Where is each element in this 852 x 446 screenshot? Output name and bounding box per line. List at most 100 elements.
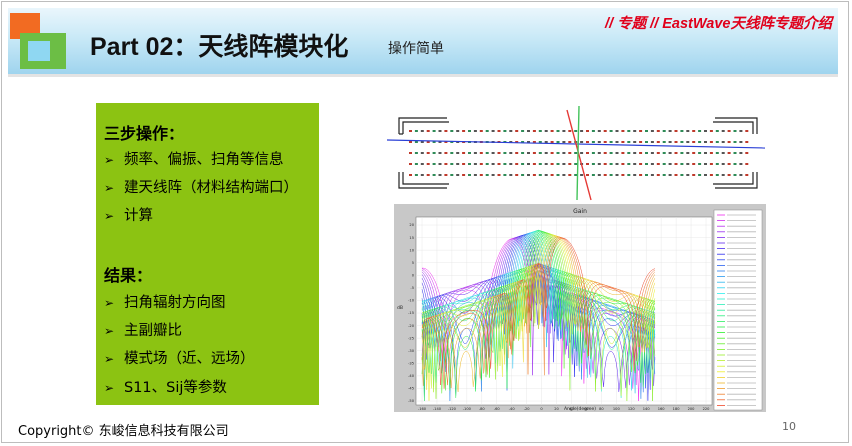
array-element (686, 174, 690, 176)
array-element (574, 152, 578, 154)
array-element (438, 174, 442, 176)
array-element (745, 141, 749, 143)
array-element (420, 163, 424, 165)
array-element (473, 152, 477, 154)
array-element (686, 152, 690, 154)
array-element (591, 141, 595, 143)
array-element (591, 163, 595, 165)
array-element (556, 174, 560, 176)
array-element (550, 174, 554, 176)
plot-title: Gain (573, 208, 587, 215)
array-element (491, 174, 495, 176)
y-tick-label: 10 (409, 248, 414, 252)
steps-heading: 三步操作： (104, 124, 185, 143)
array-element (704, 163, 707, 165)
array-element (639, 163, 643, 165)
array-element (709, 174, 713, 176)
arrow-bullet-icon: ➢ (104, 352, 115, 366)
array-element (686, 163, 690, 165)
y-tick-label: -35 (408, 361, 414, 365)
array-element (414, 174, 418, 176)
array-element (532, 174, 536, 176)
array-element (503, 130, 507, 132)
array-element (668, 141, 672, 143)
array-element (420, 130, 424, 132)
array-element (414, 141, 418, 143)
y-tick-label: 15 (409, 236, 414, 240)
arrow-bullet-icon: ➢ (104, 209, 115, 223)
array-element (709, 152, 713, 154)
array-element (538, 152, 542, 154)
y-tick-label: -5 (410, 286, 414, 290)
array-element (544, 130, 548, 132)
array-element (650, 152, 654, 154)
array-element (715, 130, 719, 132)
array-element (580, 130, 584, 132)
array-element (550, 130, 554, 132)
array-element (450, 163, 454, 165)
array-element (450, 152, 454, 154)
array-element (521, 163, 525, 165)
array-element (668, 163, 672, 165)
array-element (473, 174, 477, 176)
array-element (580, 141, 584, 143)
array-element (420, 152, 424, 154)
array-element (709, 141, 713, 143)
y-tick-label: -10 (408, 299, 415, 303)
array-element (503, 174, 507, 176)
topic-tagline: // 专题 // EastWave天线阵专题介绍 (605, 16, 832, 32)
array-element (574, 174, 578, 176)
array-element (515, 163, 519, 165)
slide-title: Part 02：天线阵模块化 (90, 33, 349, 61)
array-element (485, 163, 489, 165)
array-element (462, 152, 466, 154)
array-element (656, 152, 660, 154)
array-element (698, 130, 702, 132)
page-number: 10 (782, 420, 796, 433)
array-element (645, 130, 648, 132)
y-tick-label: 20 (409, 223, 414, 227)
array-element (627, 130, 631, 132)
array-element (438, 152, 442, 154)
array-element (515, 130, 519, 132)
array-element (544, 163, 548, 165)
array-element (745, 163, 749, 165)
array-element (591, 174, 595, 176)
array-element (538, 130, 542, 132)
array-element (745, 174, 749, 176)
array-element (556, 130, 560, 132)
arrow-bullet-icon: ➢ (104, 153, 115, 167)
array-element (426, 152, 430, 154)
array-element (568, 130, 572, 132)
step-item: ➢ 计算 (104, 208, 153, 224)
array-element (497, 163, 501, 165)
array-element (745, 152, 749, 154)
array-element (479, 174, 483, 176)
array-element (627, 163, 631, 165)
array-element (562, 163, 566, 165)
array-element (562, 152, 566, 154)
array-element (473, 163, 477, 165)
array-element (698, 141, 702, 143)
array-element (603, 163, 607, 165)
array-element (574, 163, 578, 165)
array-element (603, 141, 607, 143)
step-item: ➢ 频率、偏振、扫角等信息 (104, 152, 284, 168)
array-element (479, 152, 483, 154)
array-element (621, 141, 625, 143)
array-element (444, 152, 448, 154)
array-element (409, 163, 412, 165)
array-element (468, 130, 471, 132)
array-element (591, 152, 595, 154)
array-element (733, 163, 737, 165)
array-element (479, 130, 483, 132)
array-element (727, 174, 731, 176)
array-element (444, 174, 448, 176)
result-item: ➢ 模式场（近、远场） (104, 351, 255, 367)
arrow-bullet-icon: ➢ (104, 324, 115, 338)
array-element (521, 174, 525, 176)
array-element (727, 163, 731, 165)
array-element (597, 130, 601, 132)
x-tick-label: 120 (628, 407, 636, 411)
x-tick-label: 80 (599, 407, 604, 411)
